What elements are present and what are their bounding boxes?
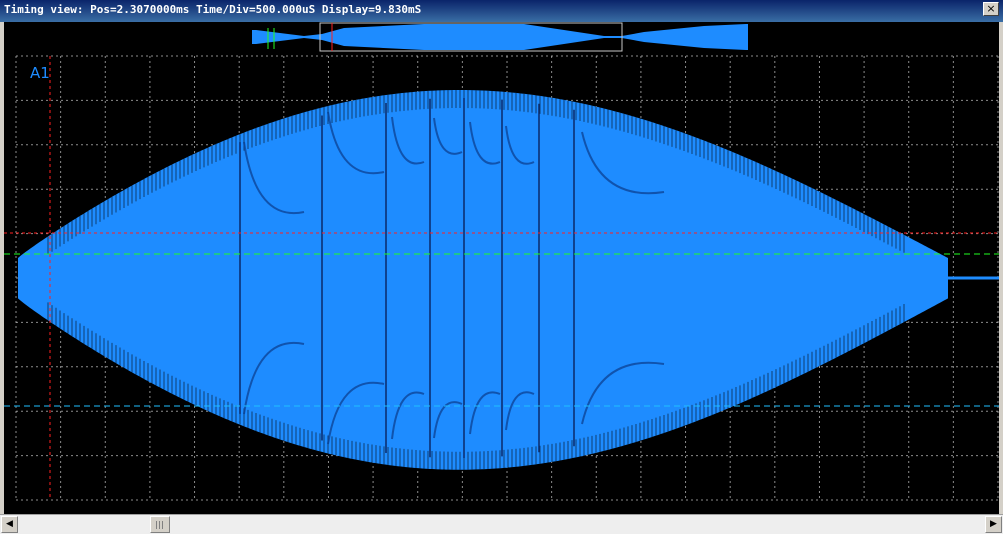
overview-strip[interactable] <box>252 22 748 52</box>
horizontal-scrollbar[interactable]: ◀ ▶ <box>0 514 1003 534</box>
waveform-canvas[interactable]: A1 <box>4 22 999 514</box>
scroll-right-button[interactable]: ▶ <box>985 516 1002 533</box>
title-bar[interactable]: Timing view: Pos=2.3070000ms Time/Div=50… <box>0 0 1003 22</box>
waveform-trace <box>18 90 999 470</box>
timing-view-window: Timing view: Pos=2.3070000ms Time/Div=50… <box>0 0 1003 534</box>
waveform-envelope <box>18 90 948 470</box>
scroll-left-button[interactable]: ◀ <box>1 516 18 533</box>
channel-label: A1 <box>30 64 50 82</box>
thumb-grip-icon <box>156 521 165 529</box>
window-title: Timing view: Pos=2.3070000ms Time/Div=50… <box>4 3 422 16</box>
oscilloscope-display[interactable]: A1 <box>4 22 999 514</box>
scrollbar-thumb[interactable] <box>150 516 170 533</box>
close-button[interactable]: × <box>983 2 999 16</box>
